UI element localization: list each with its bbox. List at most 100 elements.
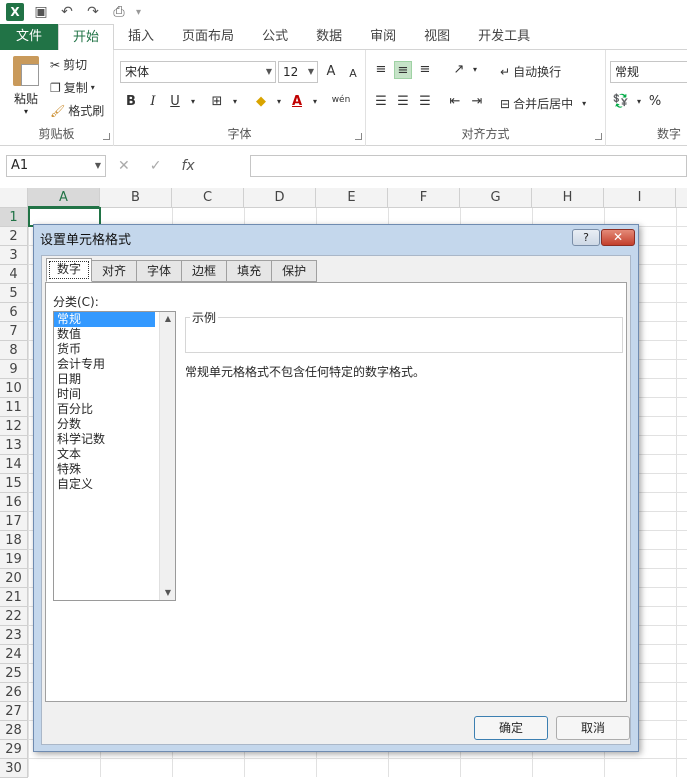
- column-header[interactable]: G: [460, 188, 532, 208]
- row-header[interactable]: 8: [0, 341, 28, 360]
- fill-dropdown-icon[interactable]: ▾: [270, 93, 288, 111]
- underline-dropdown-icon[interactable]: ▾: [184, 93, 202, 111]
- row-header[interactable]: 12: [0, 417, 28, 436]
- row-header[interactable]: 21: [0, 588, 28, 607]
- row-header[interactable]: 15: [0, 474, 28, 493]
- tab-view[interactable]: 视图: [410, 24, 464, 50]
- bold-button[interactable]: B: [122, 93, 140, 111]
- row-header[interactable]: 1: [0, 208, 28, 227]
- align-bottom-icon[interactable]: ≡: [416, 61, 434, 79]
- row-header[interactable]: 2: [0, 227, 28, 246]
- cancel-entry-icon[interactable]: ✕: [118, 158, 130, 174]
- row-header[interactable]: 13: [0, 436, 28, 455]
- increase-indent-icon[interactable]: ⇥: [468, 93, 486, 111]
- row-header[interactable]: 5: [0, 284, 28, 303]
- tab-page-layout[interactable]: 页面布局: [168, 24, 248, 50]
- row-header[interactable]: 22: [0, 607, 28, 626]
- scroll-up-icon[interactable]: ▲: [160, 312, 176, 326]
- tab-alignment[interactable]: 对齐: [92, 260, 138, 282]
- align-top-icon[interactable]: ≡: [372, 61, 390, 79]
- row-header[interactable]: 28: [0, 721, 28, 740]
- tab-data[interactable]: 数据: [302, 24, 356, 50]
- pinyin-button[interactable]: wén: [328, 91, 354, 109]
- confirm-entry-icon[interactable]: ✓: [150, 158, 162, 174]
- ok-button[interactable]: 确定: [474, 716, 548, 740]
- row-header[interactable]: 26: [0, 683, 28, 702]
- row-header[interactable]: 19: [0, 550, 28, 569]
- alignment-launcher-icon[interactable]: [595, 133, 602, 140]
- row-header[interactable]: 25: [0, 664, 28, 683]
- tab-home[interactable]: 开始: [58, 24, 115, 51]
- close-button[interactable]: ✕: [601, 229, 635, 246]
- category-list[interactable]: 常规 数值 货币 会计专用 日期 时间 百分比 分数 科学记数 文本 特殊 自定…: [53, 311, 176, 601]
- font-color-dropdown-icon[interactable]: ▾: [306, 93, 324, 111]
- column-header[interactable]: E: [316, 188, 388, 208]
- copy-button[interactable]: ❐ 复制 ▾: [50, 79, 95, 96]
- row-header[interactable]: 3: [0, 246, 28, 265]
- row-header[interactable]: 18: [0, 531, 28, 550]
- fill-color-icon[interactable]: ◆: [252, 93, 270, 111]
- row-header[interactable]: 30: [0, 759, 28, 778]
- row-header[interactable]: 16: [0, 493, 28, 512]
- category-item[interactable]: 科学记数: [54, 432, 155, 447]
- row-header[interactable]: 4: [0, 265, 28, 284]
- category-item[interactable]: 百分比: [54, 402, 155, 417]
- orientation-dropdown-icon[interactable]: ▾: [466, 61, 484, 79]
- category-item[interactable]: 时间: [54, 387, 155, 402]
- align-middle-icon[interactable]: ≡: [394, 61, 412, 79]
- border-dropdown-icon[interactable]: ▾: [226, 93, 244, 111]
- category-item[interactable]: 文本: [54, 447, 155, 462]
- italic-button[interactable]: I: [144, 93, 162, 111]
- category-item[interactable]: 分数: [54, 417, 155, 432]
- tab-protection[interactable]: 保护: [272, 260, 318, 282]
- row-header[interactable]: 17: [0, 512, 28, 531]
- merge-dropdown-icon[interactable]: ▾: [582, 99, 586, 108]
- column-header[interactable]: D: [244, 188, 316, 208]
- category-item[interactable]: 日期: [54, 372, 155, 387]
- font-name-combo[interactable]: 宋体 ▼: [120, 61, 276, 83]
- underline-button[interactable]: U: [166, 93, 184, 111]
- number-format-combo[interactable]: 常规: [610, 61, 687, 83]
- tab-formulas[interactable]: 公式: [248, 24, 302, 50]
- paste-dropdown-icon[interactable]: ▾: [8, 107, 44, 116]
- help-button[interactable]: ?: [572, 229, 600, 246]
- font-size-combo[interactable]: 12 ▼: [278, 61, 318, 83]
- accounting-format-icon[interactable]: 💱: [612, 93, 630, 111]
- name-box[interactable]: A1 ▼: [6, 155, 106, 177]
- tab-number[interactable]: 数字: [46, 258, 93, 282]
- column-header[interactable]: I: [604, 188, 676, 208]
- category-item[interactable]: 自定义: [54, 477, 155, 492]
- row-header[interactable]: 6: [0, 303, 28, 322]
- column-header[interactable]: A: [28, 188, 100, 208]
- category-item[interactable]: 特殊: [54, 462, 155, 477]
- align-right-icon[interactable]: ☰: [416, 93, 434, 111]
- align-left-icon[interactable]: ☰: [372, 93, 390, 111]
- tab-file[interactable]: 文件: [0, 24, 59, 50]
- column-header[interactable]: H: [532, 188, 604, 208]
- category-scrollbar[interactable]: ▲ ▼: [159, 312, 175, 600]
- row-header[interactable]: 23: [0, 626, 28, 645]
- row-header[interactable]: 11: [0, 398, 28, 417]
- row-header[interactable]: 14: [0, 455, 28, 474]
- tab-fill[interactable]: 填充: [227, 260, 273, 282]
- undo-icon[interactable]: ↶: [58, 3, 76, 21]
- cut-button[interactable]: ✂ 剪切: [50, 56, 87, 73]
- shrink-font-button[interactable]: A: [344, 65, 362, 83]
- font-launcher-icon[interactable]: [355, 133, 362, 140]
- wrap-text-button[interactable]: ↵ 自动换行: [500, 63, 561, 80]
- column-header[interactable]: C: [172, 188, 244, 208]
- copy-dropdown-icon[interactable]: ▾: [91, 83, 95, 92]
- row-header[interactable]: 27: [0, 702, 28, 721]
- tab-review[interactable]: 审阅: [356, 24, 410, 50]
- row-header[interactable]: 10: [0, 379, 28, 398]
- border-icon[interactable]: ⊞: [208, 93, 226, 111]
- save-icon[interactable]: ▣: [32, 3, 50, 21]
- category-item[interactable]: 会计专用: [54, 357, 155, 372]
- category-item[interactable]: 常规: [54, 312, 155, 327]
- merge-center-button[interactable]: ⊟ 合并后居中 ▾: [500, 95, 586, 112]
- formula-input[interactable]: [250, 155, 687, 177]
- row-header[interactable]: 29: [0, 740, 28, 759]
- paste-button[interactable]: 粘贴 ▾: [8, 56, 44, 116]
- align-center-icon[interactable]: ☰: [394, 93, 412, 111]
- tab-border[interactable]: 边框: [182, 260, 228, 282]
